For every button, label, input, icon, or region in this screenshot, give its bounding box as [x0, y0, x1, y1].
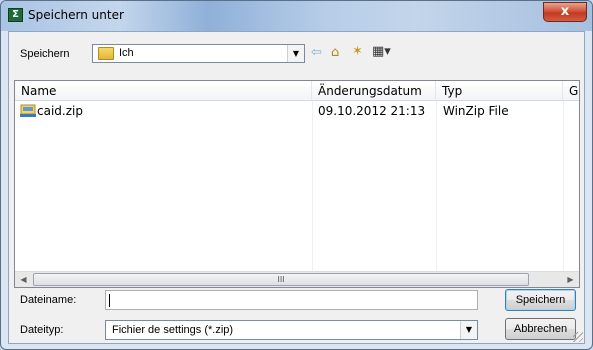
horizontal-scrollbar[interactable]: ◀ III ▶: [15, 271, 579, 287]
column-divider: [563, 101, 564, 271]
app-icon: Σ: [8, 8, 23, 22]
save-as-dialog: Σ Speichern unter x Speichern Ich ▼ ⇦ ⌂ …: [0, 0, 593, 350]
current-folder-name: Ich: [119, 47, 134, 59]
column-divider: [436, 101, 437, 271]
filetype-combobox[interactable]: Fichier de settings (*.zip) ▼: [105, 320, 478, 340]
chevron-down-icon[interactable]: ▼: [460, 321, 477, 339]
file-name: caid.zip: [37, 104, 83, 118]
folder-icon: [98, 47, 114, 60]
scroll-left-icon[interactable]: ◀: [15, 272, 32, 287]
filetype-label: Dateityp:: [20, 324, 64, 336]
new-folder-icon[interactable]: ✶: [352, 44, 363, 60]
dialog-client: Speichern Ich ▼ ⇦ ⌂ ✶ ▦▾ Name ˆ Änderung…: [8, 31, 585, 344]
cancel-button[interactable]: Abbrechen: [505, 318, 576, 340]
column-divider: [312, 101, 313, 271]
scrollbar-thumb[interactable]: III: [33, 273, 529, 286]
save-in-label: Speichern: [20, 48, 70, 60]
column-header-size[interactable]: Größe: [563, 81, 579, 101]
scroll-right-icon[interactable]: ▶: [562, 272, 579, 287]
sort-ascending-icon: ˆ: [163, 80, 167, 88]
filename-label: Dateiname:: [20, 294, 77, 306]
folder-up-icon[interactable]: ⌂: [331, 45, 339, 61]
column-header-date[interactable]: Änderungsdatum: [312, 81, 436, 101]
save-in-combobox[interactable]: Ich ▼: [92, 44, 305, 63]
resize-grip[interactable]: [573, 332, 583, 342]
file-type: WinZip File: [443, 104, 509, 118]
window-title: Speichern unter: [28, 8, 124, 22]
title-bar[interactable]: Σ Speichern unter x: [1, 1, 592, 31]
zip-archive-icon: [20, 104, 36, 117]
view-menu-icon[interactable]: ▦▾: [372, 44, 391, 60]
filename-input[interactable]: [105, 290, 478, 310]
text-caret: [109, 294, 110, 307]
filetype-value: Fichier de settings (*.zip): [112, 324, 234, 336]
table-row[interactable]: caid.zip 09.10.2012 21:13 WinZip File: [15, 103, 579, 121]
save-button[interactable]: Speichern: [505, 289, 576, 311]
scroll-grip: III: [277, 275, 285, 284]
back-arrow-icon[interactable]: ⇦: [311, 45, 322, 61]
file-date: 09.10.2012 21:13: [318, 104, 426, 118]
chevron-down-icon[interactable]: ▼: [287, 45, 304, 62]
column-header-type[interactable]: Typ: [436, 81, 563, 101]
file-list[interactable]: Name ˆ Änderungsdatum Typ Größe caid.zip…: [14, 80, 580, 288]
close-button[interactable]: x: [543, 2, 587, 22]
